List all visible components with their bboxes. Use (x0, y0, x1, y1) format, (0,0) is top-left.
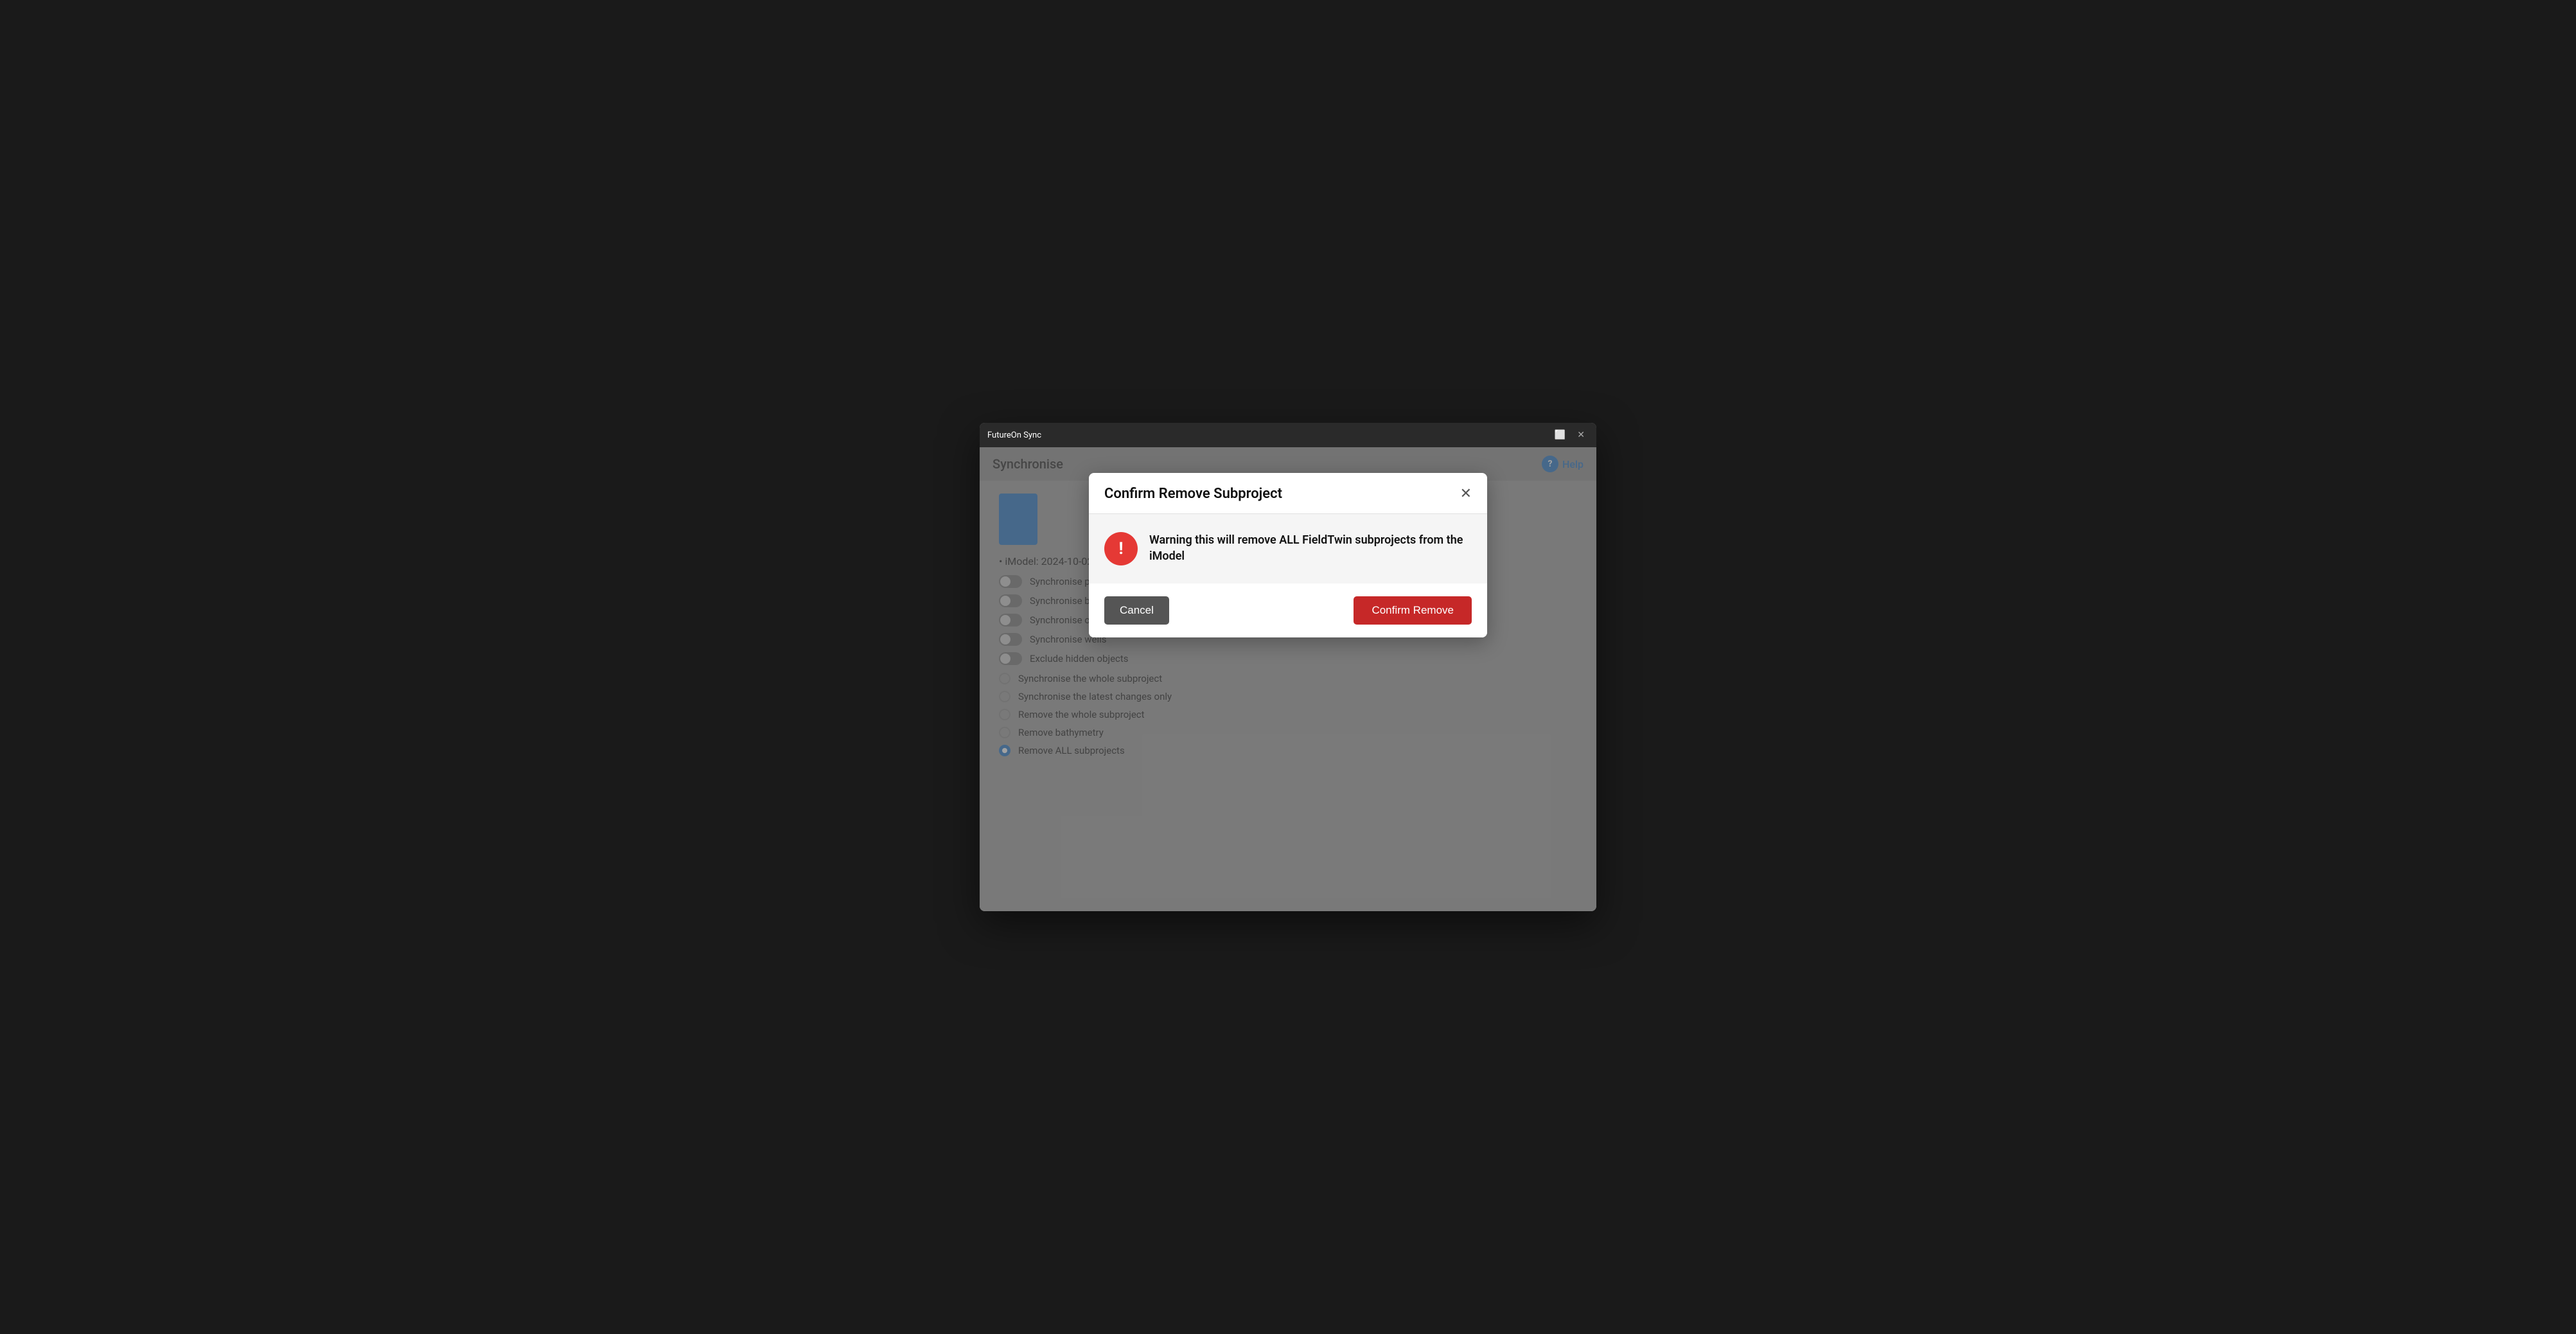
confirm-remove-button[interactable]: Confirm Remove (1354, 596, 1472, 625)
modal-footer: Cancel Confirm Remove (1089, 583, 1487, 637)
title-bar: FutureOn Sync ⬜ ✕ (980, 423, 1596, 447)
app-body: Synchronise ? Help • iModel: 2024-10-02-… (980, 447, 1596, 911)
minimize-button[interactable]: ⬜ (1551, 429, 1569, 441)
modal-header: Confirm Remove Subproject ✕ (1089, 473, 1487, 514)
modal-message: Warning this will remove ALL FieldTwin s… (1149, 532, 1472, 564)
app-title: FutureOn Sync (987, 431, 1546, 440)
confirm-remove-modal: Confirm Remove Subproject ✕ ! Warning th… (1089, 473, 1487, 637)
warning-icon: ! (1104, 532, 1138, 565)
modal-overlay: Confirm Remove Subproject ✕ ! Warning th… (980, 447, 1596, 911)
cancel-button[interactable]: Cancel (1104, 596, 1169, 625)
title-bar-controls: ⬜ ✕ (1551, 429, 1589, 441)
modal-body: ! Warning this will remove ALL FieldTwin… (1089, 514, 1487, 583)
app-window: FutureOn Sync ⬜ ✕ Synchronise ? Help • i… (980, 423, 1596, 911)
modal-close-button[interactable]: ✕ (1460, 487, 1472, 501)
modal-title: Confirm Remove Subproject (1104, 486, 1282, 502)
close-button[interactable]: ✕ (1573, 429, 1589, 441)
